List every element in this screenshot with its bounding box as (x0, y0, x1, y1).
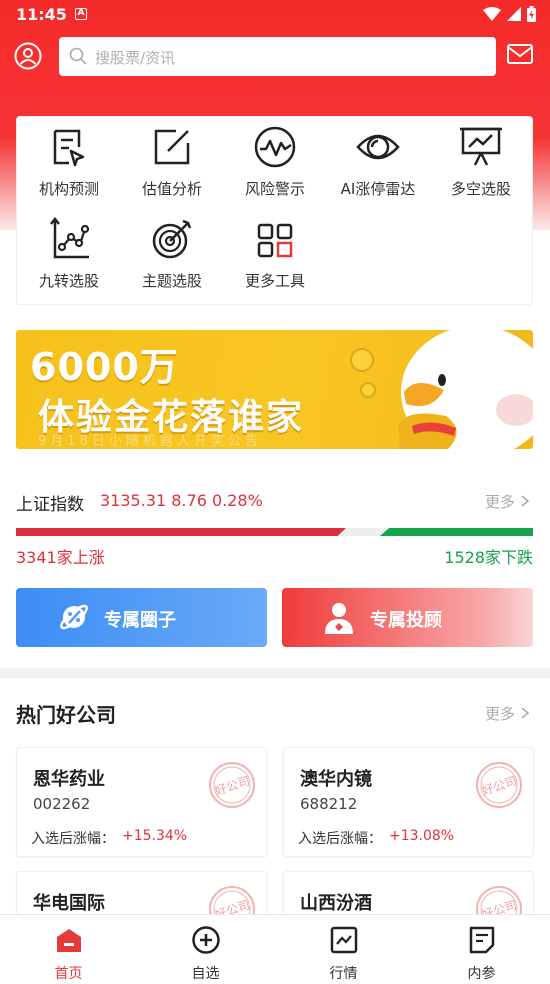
good-company-stamp: 好公司 (476, 762, 522, 808)
grid-icon (257, 223, 293, 258)
banner-line3: 9月18日小随机器人开奖公告 (38, 434, 262, 449)
search-placeholder: 搜股票/资讯 (95, 49, 176, 67)
nav-label: 行情 (329, 966, 358, 982)
home-page: 11:45 A 搜股票/资讯 机构预测 估值分析 风险警示 AI涨停雷达 多空选… (0, 0, 550, 984)
tools-grid: 机构预测 估值分析 风险警示 AI涨停雷达 多空选股 九转选股 主题选股 更多工… (16, 116, 533, 305)
gain-label: 入选后涨幅： (298, 831, 382, 847)
tool-label: AI涨停雷达 (340, 180, 416, 198)
good-company-stamp: 好公司 (209, 762, 255, 808)
company-card[interactable]: 恩华药业 002262 入选后涨幅： +15.34% 好公司 (16, 747, 267, 857)
signal-icon (507, 7, 521, 21)
company-code: 002262 (33, 795, 91, 813)
nav-insider[interactable]: 内参 (413, 915, 550, 984)
nav-label: 首页 (54, 966, 83, 982)
section-divider (0, 668, 550, 678)
company-card[interactable]: 澳华内镜 688212 入选后涨幅： +13.08% 好公司 (283, 747, 534, 857)
notification-a-icon: A (75, 8, 87, 20)
tool-label: 更多工具 (244, 272, 305, 290)
tool-long-short[interactable]: 多空选股 (429, 117, 533, 205)
battery-icon (527, 6, 536, 22)
forecast-icon (53, 129, 85, 167)
banner-line1: 6000万 (30, 345, 179, 389)
decline-bar (380, 528, 533, 536)
tool-ai-radar[interactable]: AI涨停雷达 (326, 117, 430, 205)
duck-mascot-illustration (350, 330, 533, 449)
company-name: 恩华药业 (33, 769, 105, 790)
status-indicators (483, 6, 536, 22)
gain-value: +13.08% (389, 828, 455, 844)
chevron-right-icon (521, 707, 530, 719)
company-name: 澳华内镜 (300, 769, 372, 790)
more-label: 更多 (485, 705, 516, 723)
line-chart-icon (50, 217, 90, 259)
advance-count: 3341家上涨 (16, 548, 105, 567)
top-bar: 搜股票/资讯 (0, 36, 550, 78)
index-values: 3135.31 8.76 0.28% (100, 491, 263, 510)
tool-label: 主题选股 (141, 272, 202, 290)
tool-more[interactable]: 更多工具 (223, 209, 327, 297)
search-icon (69, 47, 87, 65)
exclusive-circle-label: 专属圈子 (104, 610, 176, 631)
nav-market[interactable]: 行情 (275, 915, 412, 984)
stamp-text: 好公司 (480, 774, 519, 798)
tool-label: 多空选股 (450, 180, 511, 198)
decline-count: 1528家下跌 (444, 548, 533, 567)
status-bar: 11:45 A (0, 0, 550, 30)
mail-icon[interactable] (507, 44, 533, 64)
tool-label: 九转选股 (38, 272, 99, 290)
tool-nine-turn[interactable]: 九转选股 (17, 209, 121, 297)
stamp-text: 好公司 (213, 774, 252, 798)
tool-label: 风险警示 (244, 180, 305, 198)
presentation-chart-icon (460, 127, 502, 166)
index-name[interactable]: 上证指数 (16, 490, 84, 515)
user-icon[interactable] (14, 42, 42, 70)
home-icon (57, 929, 81, 952)
eye-radar-icon (356, 134, 400, 160)
gain-value: +15.34% (122, 828, 188, 844)
bottom-nav: 首页 自选 行情 内参 (0, 914, 550, 984)
tool-valuation[interactable]: 估值分析 (120, 117, 224, 205)
nav-label: 自选 (191, 966, 220, 982)
advisor-person-icon (325, 603, 353, 634)
risk-pulse-icon (254, 126, 296, 168)
planet-icon (60, 604, 88, 630)
advance-bar (16, 528, 346, 536)
nav-home[interactable]: 首页 (0, 915, 137, 984)
more-label: 更多 (485, 493, 516, 511)
tool-risk-warning[interactable]: 风险警示 (223, 117, 327, 205)
tool-label: 机构预测 (38, 180, 99, 198)
chevron-right-icon (521, 495, 530, 507)
nav-label: 内参 (467, 966, 496, 982)
status-time: 11:45 (16, 5, 67, 24)
index-more-link[interactable]: 更多 (485, 491, 530, 512)
exclusive-advisor-label: 专属投顾 (370, 610, 442, 631)
tool-label: 估值分析 (141, 180, 202, 198)
add-circle-icon (192, 926, 220, 954)
target-icon (152, 219, 192, 259)
market-chart-icon (330, 926, 358, 954)
promo-banner[interactable]: 6000万 体验金花落谁家 9月18日小随机器人开奖公告 (16, 330, 533, 449)
company-name: 山西汾酒 (300, 893, 372, 914)
company-code: 688212 (300, 795, 358, 813)
edit-icon (154, 129, 190, 165)
tool-theme[interactable]: 主题选股 (120, 209, 224, 297)
wifi-icon (483, 7, 501, 21)
company-name: 华电国际 (33, 893, 105, 914)
gain-label: 入选后涨幅： (31, 831, 115, 847)
search-box[interactable]: 搜股票/资讯 (59, 37, 496, 76)
tool-institution-forecast[interactable]: 机构预测 (17, 117, 121, 205)
nav-watchlist[interactable]: 自选 (137, 915, 274, 984)
document-icon (469, 926, 495, 954)
exclusive-circle-button[interactable]: 专属圈子 (16, 588, 267, 647)
hot-more-link[interactable]: 更多 (485, 703, 530, 724)
exclusive-advisor-button[interactable]: 专属投顾 (282, 588, 533, 647)
hot-companies-title: 热门好公司 (16, 703, 116, 727)
